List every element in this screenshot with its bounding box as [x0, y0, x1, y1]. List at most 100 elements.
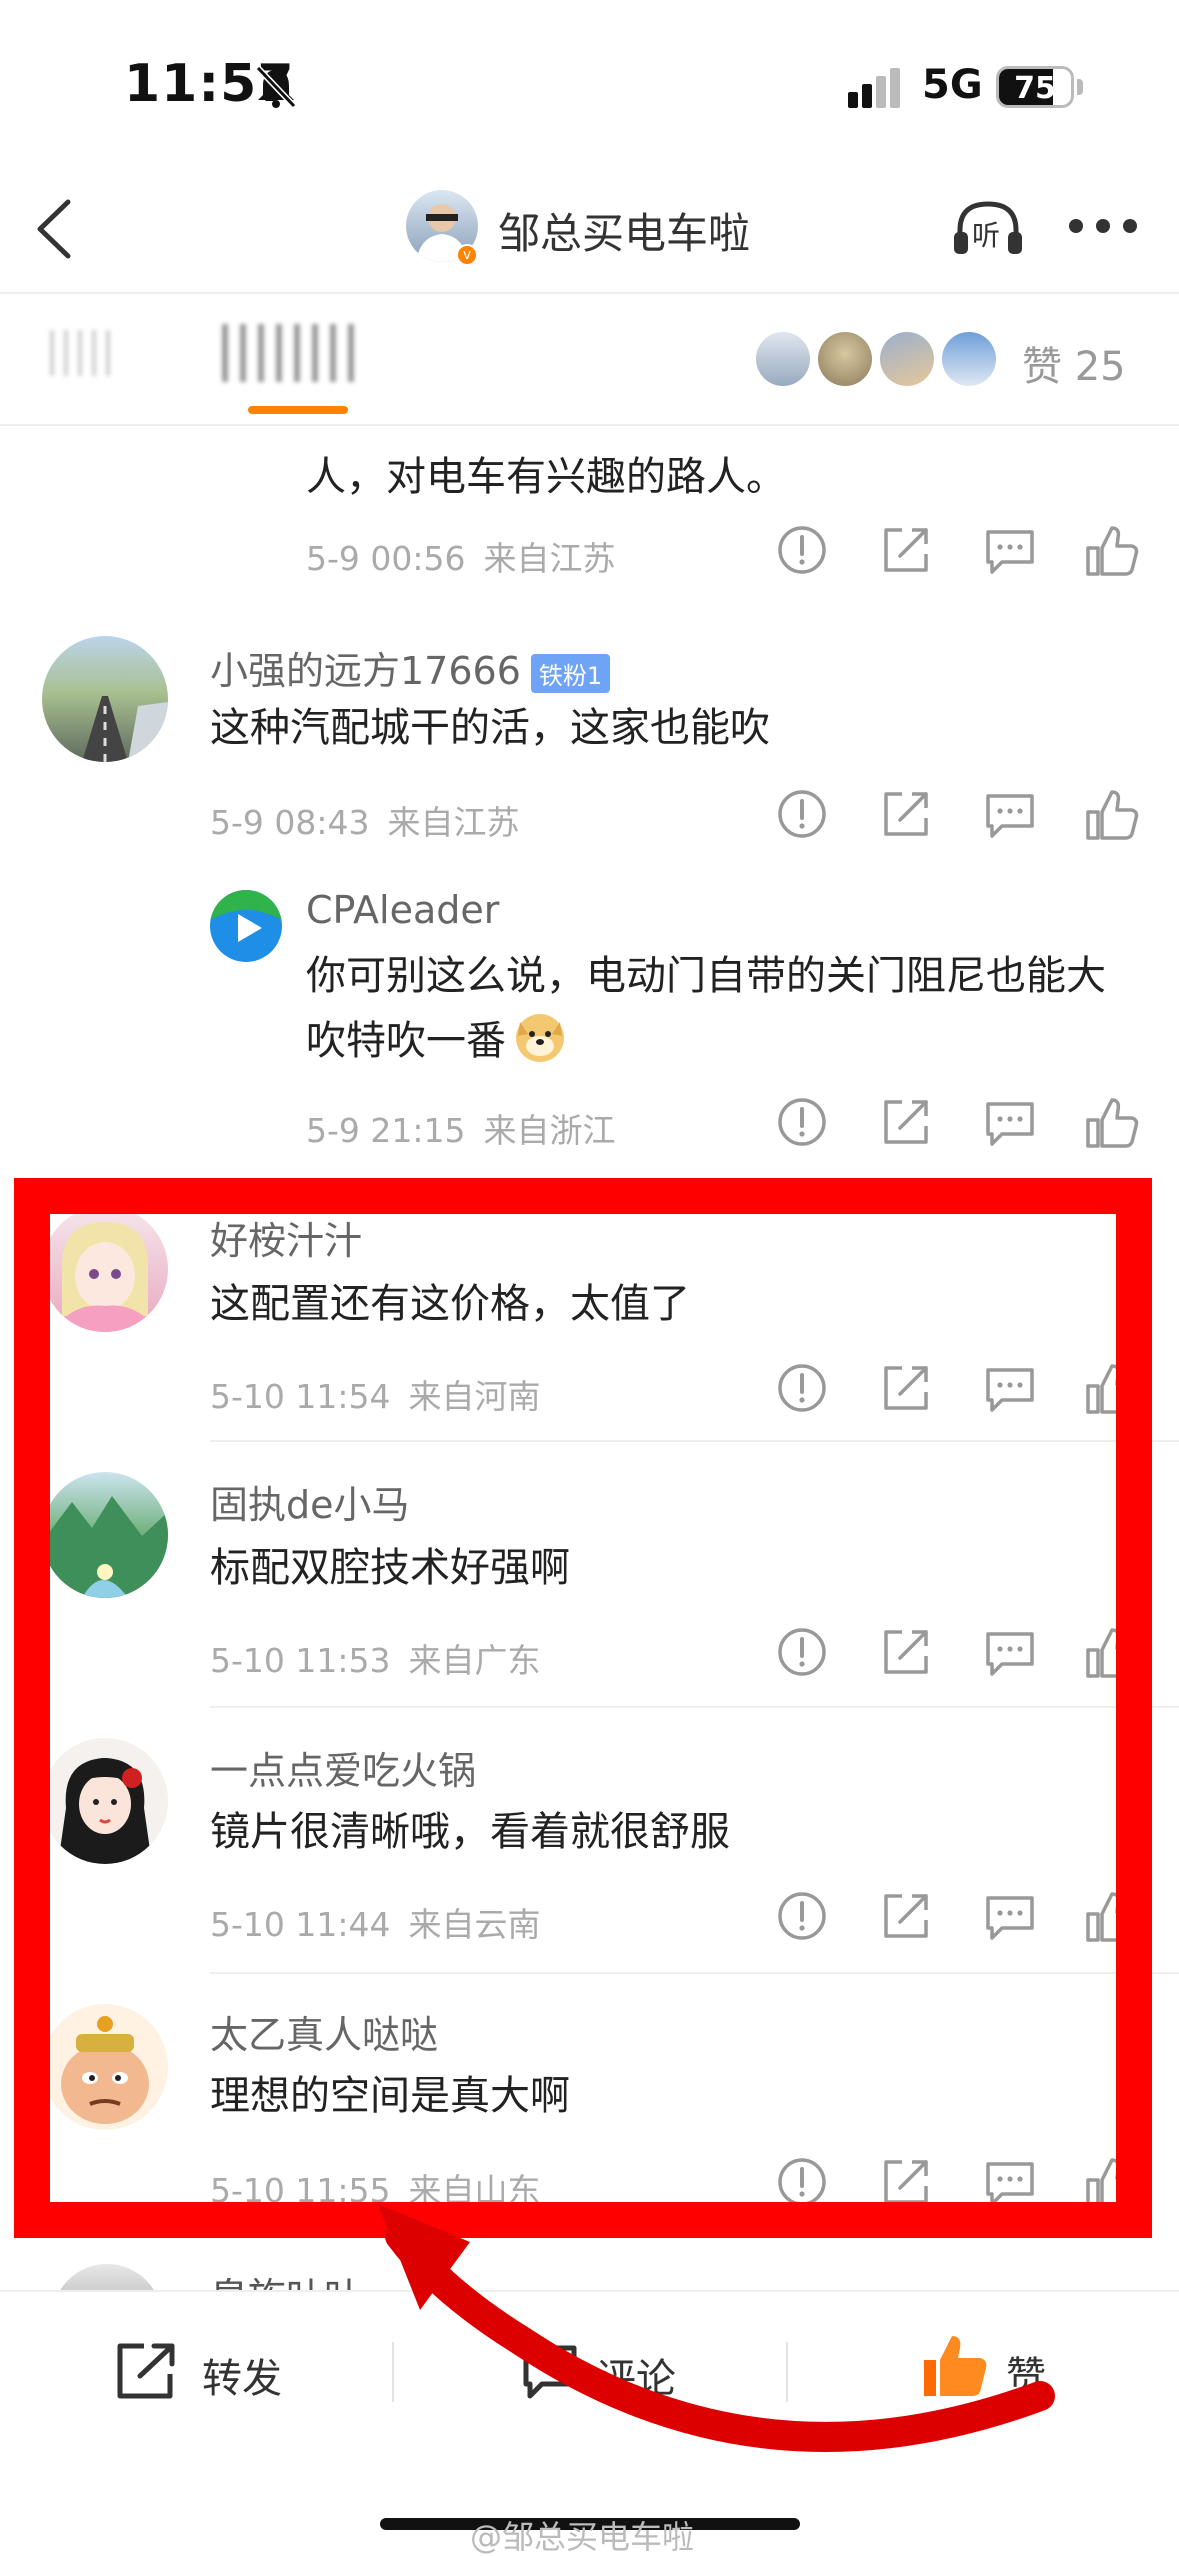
comment-location: 来自江苏	[387, 803, 520, 842]
network-type: 5G	[922, 62, 983, 108]
share-icon[interactable]	[876, 1886, 936, 1946]
comment-text: 标配双腔技术好强啊	[210, 1545, 570, 1591]
likes-count-tab[interactable]: 赞 25	[1022, 334, 1126, 392]
report-icon[interactable]	[772, 520, 832, 580]
comment-text-content: 你可别这么说，电动门自带的关门阻尼也能大吹特吹一番	[306, 953, 1106, 1064]
comment-meta: 5-10 11:53 来自广东	[210, 1634, 559, 1682]
comment-label: 评论	[596, 2356, 676, 2402]
comment-location: 来自山东	[408, 2171, 541, 2210]
comment-divider	[210, 1972, 1179, 1974]
comment-meta: 5-9 00:56 来自江苏	[306, 532, 634, 580]
like-icon[interactable]	[1082, 1092, 1142, 1152]
share-icon[interactable]	[876, 520, 936, 580]
comment-text: 人，对电车有兴趣的路人。	[306, 454, 786, 500]
commenter-avatar[interactable]	[42, 1738, 168, 1864]
comment-text: 这种汽配城干的活，这家也能吹	[210, 705, 770, 751]
reply-icon[interactable]	[980, 520, 1040, 580]
reply-icon[interactable]	[980, 1092, 1040, 1152]
comment-meta: 5-9 21:15 来自浙江	[306, 1104, 634, 1152]
comment-divider	[210, 1706, 1179, 1708]
report-icon[interactable]	[772, 1622, 832, 1682]
like-icon[interactable]	[1082, 1886, 1142, 1946]
report-icon[interactable]	[772, 1886, 832, 1946]
comment-text: 理想的空间是真大啊	[210, 2073, 570, 2119]
share-icon[interactable]	[876, 1358, 936, 1418]
report-icon[interactable]	[772, 2152, 832, 2212]
more-options-icon[interactable]	[1068, 218, 1138, 234]
username-text: 小强的远方17666	[210, 649, 521, 693]
cellular-signal-icon	[848, 68, 900, 108]
liker-avatar[interactable]	[818, 332, 872, 386]
comment-date: 5-10 11:55	[210, 2171, 391, 2210]
report-icon[interactable]	[772, 1092, 832, 1152]
comment-icon	[523, 2345, 577, 2399]
comment-meta: 5-9 08:43 来自江苏	[210, 796, 538, 844]
commenter-avatar[interactable]	[42, 2004, 168, 2130]
comment-meta: 5-10 11:55 来自山东	[210, 2164, 559, 2212]
comment-location: 来自云南	[408, 1905, 541, 1944]
back-arrow-icon[interactable]	[34, 198, 74, 260]
report-icon[interactable]	[772, 1358, 832, 1418]
reply-icon[interactable]	[980, 1886, 1040, 1946]
commenter-avatar[interactable]	[42, 1472, 168, 1598]
comment-location: 来自广东	[408, 1641, 541, 1680]
reply-icon[interactable]	[980, 784, 1040, 844]
comment-date: 5-9 00:56	[306, 539, 466, 578]
like-icon[interactable]	[1082, 784, 1142, 844]
bar-divider	[392, 2342, 394, 2402]
like-icon[interactable]	[1082, 2152, 1142, 2212]
like-icon[interactable]	[1082, 1622, 1142, 1682]
tab-reposts[interactable]	[50, 330, 120, 376]
reply-icon[interactable]	[980, 2152, 1040, 2212]
commenter-avatar[interactable]	[42, 636, 168, 762]
battery-cap	[1077, 79, 1083, 95]
reply-icon[interactable]	[980, 1358, 1040, 1418]
comment-date: 5-10 11:44	[210, 1905, 391, 1944]
thumbs-up-icon	[924, 2336, 987, 2396]
liker-avatar[interactable]	[880, 332, 934, 386]
comment-username[interactable]: 固执de小马	[210, 1474, 410, 1529]
like-button[interactable]: 赞	[920, 2330, 1080, 2410]
comment-button[interactable]: 评论	[500, 2336, 720, 2406]
share-icon[interactable]	[876, 2152, 936, 2212]
comment-divider	[210, 1440, 1179, 1442]
tab-divider	[0, 424, 1179, 426]
comment-date: 5-9 08:43	[210, 803, 370, 842]
reply-icon[interactable]	[980, 1622, 1040, 1682]
watermark: @邹总买电车啦	[470, 2518, 695, 2556]
liker-avatar[interactable]	[756, 332, 810, 386]
repost-button[interactable]: 转发	[110, 2336, 350, 2406]
commenter-avatar[interactable]	[210, 890, 282, 962]
commenter-avatar[interactable]	[42, 1206, 168, 1332]
comment-meta: 5-10 11:44 来自云南	[210, 1898, 559, 1946]
comment-date: 5-10 11:54	[210, 1377, 391, 1416]
report-icon[interactable]	[772, 784, 832, 844]
like-icon[interactable]	[1082, 1358, 1142, 1418]
doge-emoji-icon	[516, 1014, 564, 1062]
comment-meta: 5-10 11:54 来自河南	[210, 1370, 559, 1418]
comment-text: 你可别这么说，电动门自带的关门阻尼也能大吹特吹一番	[306, 944, 1126, 1073]
fan-badge: 铁粉1	[530, 654, 611, 693]
tab-comments[interactable]	[222, 324, 362, 382]
comment-username[interactable]: 小强的远方17666 铁粉1	[210, 640, 611, 695]
comment-text: 这配置还有这价格，太值了	[210, 1281, 690, 1327]
comment-date: 5-10 11:53	[210, 1641, 391, 1680]
liker-avatar[interactable]	[942, 332, 996, 386]
comment-username[interactable]: 一点点爱吃火锅	[210, 1740, 476, 1795]
bell-muted-icon	[255, 65, 297, 109]
comment-username[interactable]: 太乙真人哒哒	[210, 2004, 438, 2059]
share-icon[interactable]	[876, 784, 936, 844]
active-tab-underline	[248, 406, 348, 414]
highlight-box	[14, 1178, 1152, 2238]
comment-location: 来自江苏	[483, 539, 616, 578]
repost-icon	[117, 2343, 175, 2399]
battery-indicator: 75	[996, 66, 1074, 108]
listen-button[interactable]: 听	[950, 196, 1026, 258]
share-icon[interactable]	[876, 1622, 936, 1682]
like-icon[interactable]	[1082, 520, 1142, 580]
verified-badge-icon: v	[456, 244, 478, 266]
comment-username[interactable]: CPAleader	[306, 888, 499, 932]
bar-divider	[786, 2342, 788, 2402]
share-icon[interactable]	[876, 1092, 936, 1152]
comment-username[interactable]: 好桉汁汁	[210, 1210, 362, 1265]
